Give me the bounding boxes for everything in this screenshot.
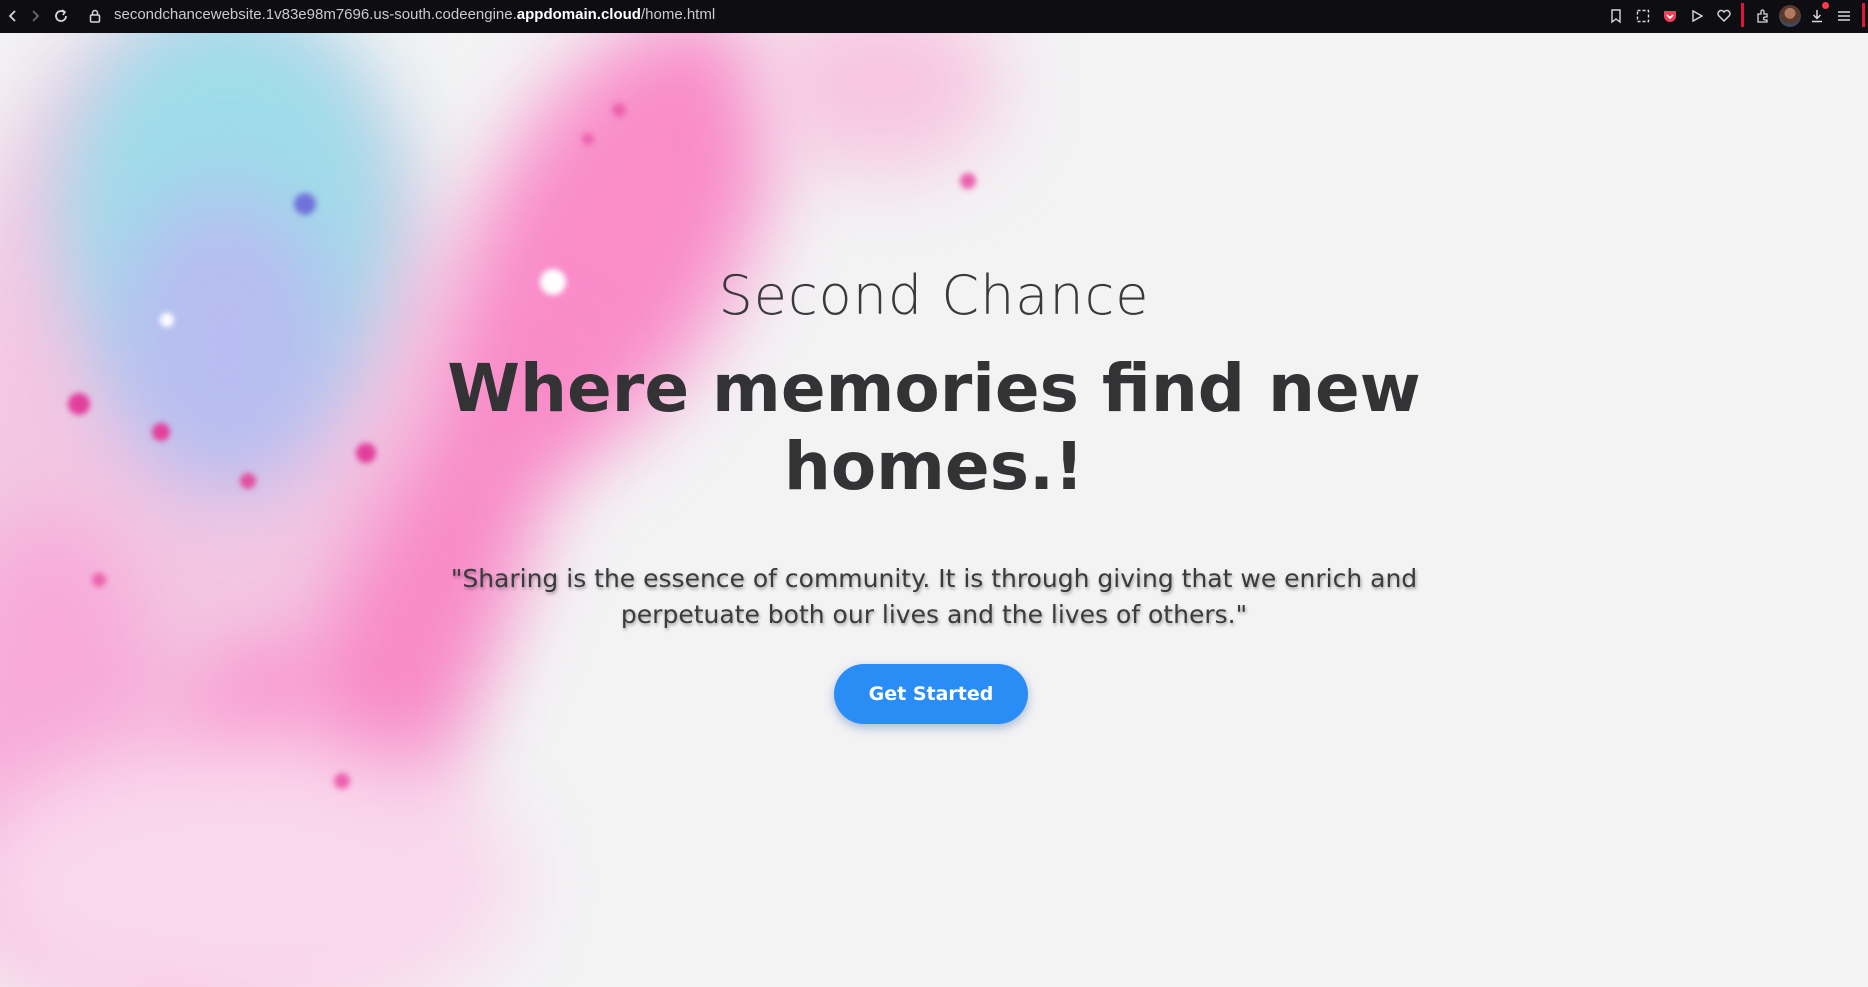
- bookmark-icon[interactable]: [1603, 3, 1629, 29]
- url-prefix: secondchancewebsite.1v83e98m7696.us-sout…: [114, 6, 517, 23]
- headline: Where memories find new homes.!: [447, 350, 1421, 505]
- url-path: /home.html: [640, 6, 716, 23]
- heart-icon[interactable]: [1711, 3, 1737, 29]
- address-bar[interactable]: secondchancewebsite.1v83e98m7696.us-sout…: [114, 0, 715, 33]
- menu-icon[interactable]: [1831, 3, 1857, 29]
- get-started-button[interactable]: Get Started: [834, 664, 1028, 724]
- toolbar-edge: [1862, 3, 1865, 27]
- toolbar-separator: [1741, 3, 1744, 27]
- notification-dot: [1822, 2, 1829, 9]
- screenshot-icon[interactable]: [1630, 3, 1656, 29]
- browser-toolbar: secondchancewebsite.1v83e98m7696.us-sout…: [0, 0, 1868, 33]
- extensions-icon[interactable]: [1750, 3, 1776, 29]
- url-domain: appdomain.cloud: [516, 6, 641, 23]
- tagline-quote: "Sharing is the essence of community. It…: [450, 564, 1418, 629]
- play-icon[interactable]: [1684, 3, 1710, 29]
- reload-icon[interactable]: [48, 3, 74, 29]
- lock-icon[interactable]: [82, 3, 108, 29]
- pocket-icon[interactable]: [1657, 3, 1683, 29]
- profile-avatar[interactable]: [1779, 5, 1801, 27]
- forward-icon[interactable]: [22, 3, 48, 29]
- hero-section: [0, 33, 1868, 987]
- brand-title: Second Chance: [718, 264, 1150, 327]
